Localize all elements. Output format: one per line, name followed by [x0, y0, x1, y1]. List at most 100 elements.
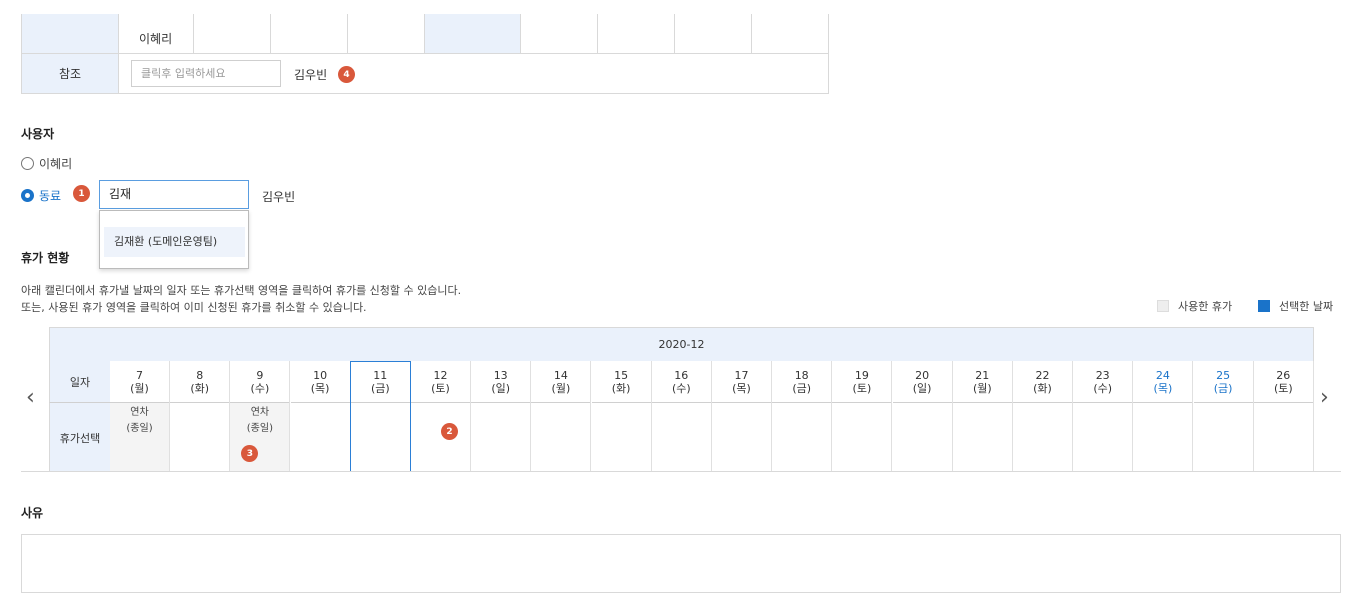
calendar-leave-select-cell[interactable] — [1133, 403, 1192, 472]
calendar-day-header[interactable]: 15 (화) — [591, 361, 651, 403]
chevron-right-icon[interactable]: › — [1320, 385, 1329, 410]
calendar-day-weekday: (화) — [190, 381, 210, 395]
calendar-leave-select-cell[interactable] — [772, 403, 831, 472]
leave-entry-duration: (종일) — [126, 423, 153, 434]
calendar-day-header[interactable]: 8 (화) — [170, 361, 230, 403]
calendar-leave-select-cell[interactable] — [592, 403, 651, 472]
calendar-day-header[interactable]: 14 (월) — [531, 361, 591, 403]
calendar-day-column: 25 (금) — [1193, 361, 1254, 472]
calendar-leave-select-cell[interactable]: 연차 (종일) — [110, 403, 169, 472]
calendar-day-column: 24 (목) — [1133, 361, 1194, 472]
chevron-left-icon[interactable]: ‹ — [26, 385, 35, 410]
calendar-day-header[interactable]: 13 (일) — [471, 361, 531, 403]
approver-cell — [194, 14, 271, 53]
calendar-day-header[interactable]: 12 (토) — [411, 361, 470, 403]
calendar-day-header[interactable]: 10 (목) — [290, 361, 350, 403]
annotation-badge: 1 — [73, 185, 90, 202]
calendar-day-column: 14 (월) — [531, 361, 592, 472]
radio-coworker-label: 동료 — [39, 189, 62, 203]
calendar-day-number: 10 — [313, 368, 328, 382]
calendar-day-number: 26 — [1276, 368, 1291, 382]
calendar-leave-select-cell[interactable] — [652, 403, 711, 472]
calendar-day-weekday: (수) — [671, 381, 691, 395]
calendar-day-header[interactable]: 9 (수) — [230, 361, 290, 403]
legend-used: 사용한 휴가 — [1157, 298, 1232, 314]
calendar-day-weekday: (화) — [1033, 381, 1052, 395]
reason-textarea[interactable] — [21, 534, 1341, 593]
calendar-day-weekday: (목) — [732, 381, 751, 395]
calendar-leave-select-cell[interactable] — [1073, 403, 1132, 472]
legend-selected-label: 선택한 날짜 — [1279, 300, 1334, 313]
radio-option-self[interactable]: 이혜리 — [21, 155, 72, 172]
leave-status-desc-2: 또는, 사용된 휴가 영역을 클릭하여 이미 신청된 휴가를 취소할 수 있습니… — [21, 301, 367, 314]
calendar-day-number: 7 — [136, 368, 143, 382]
calendar-day-number: 13 — [493, 368, 508, 382]
approver-cell — [119, 14, 194, 53]
calendar-day-header[interactable]: 24 (목) — [1133, 361, 1193, 403]
calendar-leave-select-cell[interactable] — [893, 403, 952, 472]
calendar-leave-select-cell[interactable] — [471, 403, 530, 472]
calendar-leave-select-cell[interactable] — [1194, 403, 1253, 472]
calendar-day-number: 17 — [734, 368, 749, 382]
radio-checked-icon[interactable] — [21, 189, 34, 202]
calendar-day-header[interactable]: 26 (토) — [1253, 361, 1313, 403]
calendar-bottom-border — [21, 471, 1341, 472]
calendar-day-header[interactable]: 20 (일) — [892, 361, 952, 403]
calendar-day-weekday: (토) — [431, 381, 450, 395]
leave-entry-type: 연차 — [130, 407, 149, 418]
coworker-search-input[interactable]: 김재 — [99, 180, 249, 209]
calendar-leave-select-cell[interactable] — [1254, 403, 1313, 472]
calendar-leave-select-cell[interactable] — [953, 403, 1012, 472]
calendar-day-header[interactable]: 21 (월) — [952, 361, 1012, 403]
calendar-leave-select-cell[interactable] — [832, 403, 891, 472]
calendar-day-header[interactable]: 22 (화) — [1013, 361, 1072, 403]
reference-name[interactable]: 김우빈 — [294, 66, 327, 83]
calendar-day-weekday: (목) — [310, 381, 330, 395]
radio-unchecked-icon[interactable] — [21, 157, 34, 170]
calendar-day-weekday: (화) — [611, 381, 631, 395]
calendar-day-header[interactable]: 16 (수) — [651, 361, 711, 403]
calendar-day-header[interactable]: 17 (목) — [712, 361, 771, 403]
calendar-day-column: 12 (토) 2 — [411, 361, 471, 472]
calendar-day-column: 17 (목) — [712, 361, 772, 472]
calendar-leave-select-cell[interactable] — [1013, 403, 1072, 472]
approver-cell — [521, 14, 598, 53]
selected-date-highlight[interactable] — [349, 361, 411, 472]
calendar-day-weekday: (수) — [1093, 381, 1113, 395]
annotation-badge: 2 — [441, 423, 458, 440]
approver-cell — [271, 14, 348, 53]
calendar-day-header[interactable]: 19 (토) — [832, 361, 892, 403]
calendar-day-weekday: (월) — [972, 381, 992, 395]
calendar-leave-select-cell[interactable] — [531, 403, 590, 472]
calendar-day-header[interactable]: 18 (금) — [772, 361, 832, 403]
calendar-day-number: 23 — [1095, 368, 1110, 382]
autocomplete-option[interactable]: 김재환 (도메인운영팀) — [104, 227, 245, 257]
calendar-leave-select-cell[interactable] — [411, 403, 470, 472]
calendar-day-number: 14 — [553, 368, 568, 382]
radio-option-coworker[interactable]: 동료 — [21, 187, 61, 204]
radio-self-label: 이혜리 — [39, 157, 73, 171]
calendar-leave-select-cell[interactable] — [170, 403, 229, 472]
calendar-day-number: 18 — [794, 368, 809, 382]
approver-cell — [425, 14, 521, 53]
calendar-day-column: 21 (월) — [952, 361, 1013, 472]
calendar-day-column: 15 (화) — [591, 361, 652, 472]
calendar-day-column: 18 (금) — [772, 361, 833, 472]
calendar-day-weekday: (토) — [1273, 381, 1293, 395]
calendar-day-header[interactable]: 23 (수) — [1073, 361, 1133, 403]
approver-cell — [348, 14, 425, 53]
calendar-day-column: 13 (일) — [471, 361, 532, 472]
calendar-day-header[interactable]: 25 (금) — [1193, 361, 1253, 403]
calendar-leave-select-cell[interactable] — [712, 403, 771, 472]
calendar-day-number: 8 — [196, 368, 204, 382]
calendar-day-column: 8 (화) — [170, 361, 231, 472]
reference-input[interactable]: 클릭후 입력하세요 — [131, 60, 281, 87]
calendar-day-header[interactable]: 7 (월) — [110, 361, 169, 403]
calendar-day-number: 16 — [674, 368, 689, 382]
reference-row: 참조 클릭후 입력하세요 김우빈 4 — [22, 54, 828, 93]
calendar-leave-select-cell[interactable]: 연차 (종일) — [230, 403, 290, 472]
calendar-leave-select-cell[interactable] — [291, 403, 350, 472]
legend-selected: 선택한 날짜 — [1258, 298, 1333, 314]
calendar-day-number: 12 — [433, 368, 448, 382]
coworker-selected-name[interactable]: 김우빈 — [262, 188, 295, 205]
